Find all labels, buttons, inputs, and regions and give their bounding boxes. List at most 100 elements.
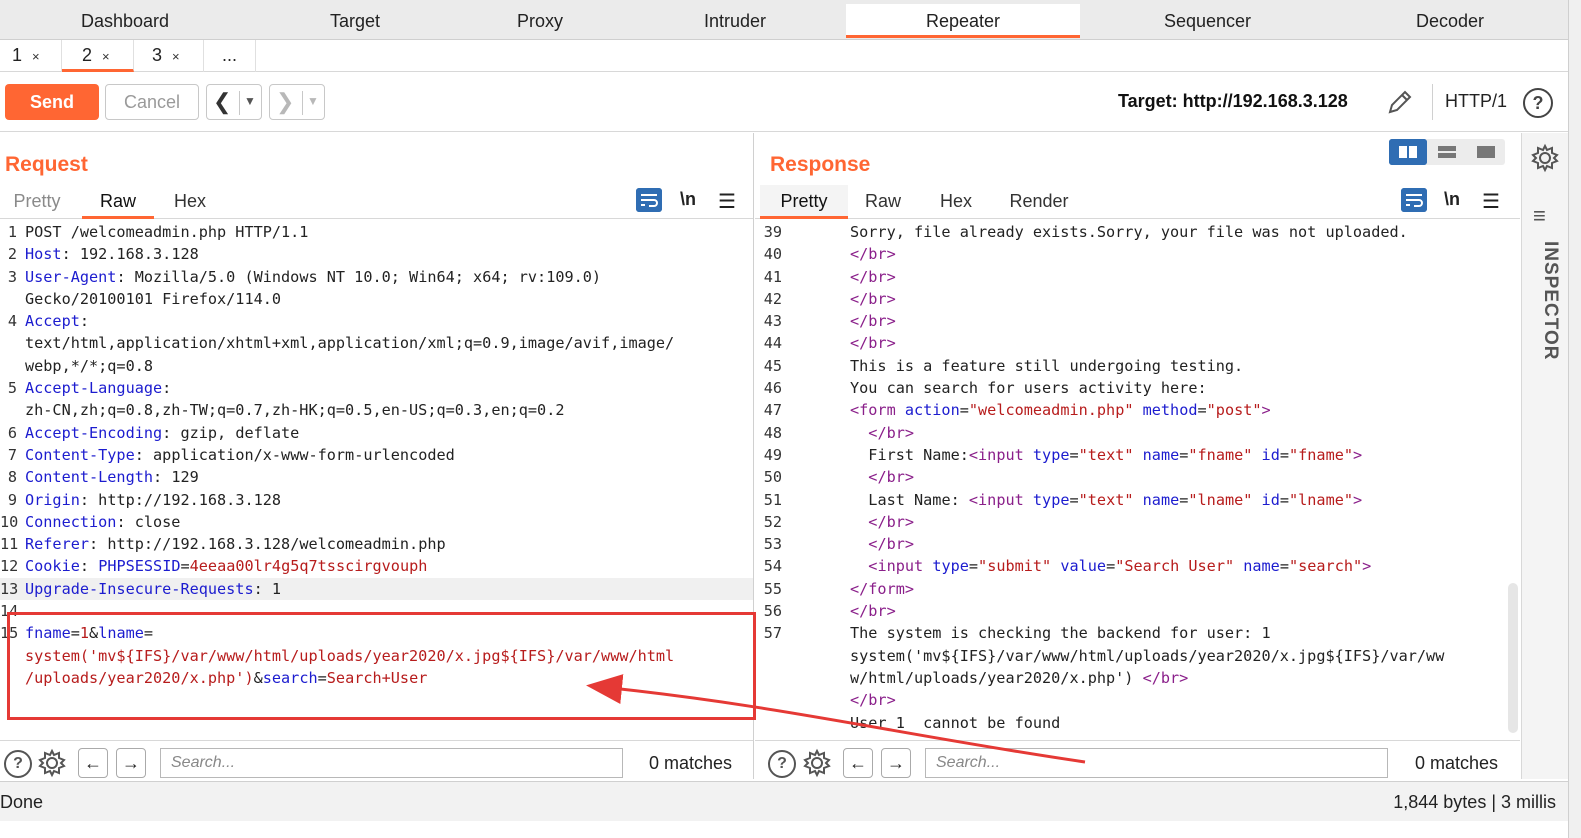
tab-decoder[interactable]: Decoder xyxy=(1340,4,1560,38)
status-text: Done xyxy=(0,792,44,812)
tab-hex[interactable]: Hex xyxy=(160,185,220,219)
html-eq: = xyxy=(1279,557,1289,576)
help-icon[interactable]: ? xyxy=(4,750,32,778)
line-text: Content-Length: 129 xyxy=(25,466,199,488)
repeater-tab-2[interactable]: 2 × xyxy=(62,40,134,72)
text-content: First Name: xyxy=(868,445,969,464)
code-line: Gecko/20100101 Firefox/114.0 xyxy=(0,288,753,310)
code-line: User 1 cannot be found xyxy=(755,712,1520,734)
close-icon[interactable]: × xyxy=(172,49,180,64)
tab-intruder[interactable]: Intruder xyxy=(630,4,840,38)
code-line: 12 Cookie: PHPSESSID=4eeaa00lr4g5q7tsscir… xyxy=(0,555,753,577)
close-icon[interactable]: × xyxy=(102,49,110,64)
next-match-button[interactable]: → xyxy=(881,748,911,778)
tab-raw[interactable]: Raw xyxy=(82,185,154,219)
gear-icon[interactable] xyxy=(37,748,67,778)
gear-icon[interactable] xyxy=(802,748,832,778)
line-content: POST /welcomeadmin.php HTTP/1.1 xyxy=(25,223,309,241)
layout-single-icon[interactable] xyxy=(1467,139,1505,165)
dropdown-icon[interactable]: ▼ xyxy=(307,94,319,108)
inspector-tab[interactable]: INSPECTOR xyxy=(1531,241,1561,361)
newline-toggle[interactable]: \n xyxy=(680,189,696,210)
line-text: w/html/uploads/year2020/x.php') </br> xyxy=(850,667,1188,689)
line-number: 8 xyxy=(7,468,17,487)
menu-icon[interactable]: ☰ xyxy=(718,189,736,214)
tab-target[interactable]: Target xyxy=(245,4,465,38)
header-name: Accept xyxy=(25,312,80,331)
http-version-selector[interactable]: HTTP/1 xyxy=(1445,91,1507,112)
newline-toggle[interactable]: \n xyxy=(1444,189,1460,210)
response-search-input[interactable]: Search... xyxy=(925,748,1388,778)
response-editor[interactable]: 39 Sorry, file already exists.Sorry, your… xyxy=(755,221,1520,741)
line-text: </br> xyxy=(850,689,896,711)
code-line: 52 </br> xyxy=(755,511,1520,533)
repeater-tab-1[interactable]: 1 × xyxy=(0,40,62,72)
tab-proxy[interactable]: Proxy xyxy=(440,4,640,38)
tab-hex[interactable]: Hex xyxy=(925,185,987,219)
layout-rows-icon[interactable] xyxy=(1428,139,1466,165)
code-line: 5 Accept-Language: xyxy=(0,377,753,399)
dropdown-icon[interactable]: ▼ xyxy=(244,94,256,108)
tab-pretty[interactable]: Pretty xyxy=(760,185,848,219)
next-match-button[interactable]: → xyxy=(116,748,146,778)
header-value: http://192.168.3.128/welcomeadmin.php xyxy=(98,535,446,554)
html-tag: > xyxy=(1362,557,1372,576)
tab-sequencer[interactable]: Sequencer xyxy=(1100,4,1315,38)
tab-dashboard[interactable]: Dashboard xyxy=(5,4,245,38)
code-line: zh-CN,zh;q=0.8,zh-TW;q=0.7,zh-HK;q=0.5,e… xyxy=(0,399,753,421)
layout-split-icon[interactable] xyxy=(1389,139,1427,165)
tab-pretty[interactable]: Pretty xyxy=(4,185,70,219)
html-eq: = xyxy=(1279,445,1289,464)
history-back-button[interactable]: ❮ ▼ xyxy=(206,84,262,120)
html-tag: </br> xyxy=(868,535,915,554)
divider xyxy=(1432,84,1433,120)
code-line: 45 This is a feature still undergoing tes… xyxy=(755,355,1520,377)
html-attr: type xyxy=(923,557,969,576)
close-icon[interactable]: × xyxy=(32,49,40,64)
repeater-tab-more[interactable]: ... xyxy=(204,40,256,72)
help-icon[interactable]: ? xyxy=(768,750,796,778)
header-colon: : xyxy=(79,490,90,509)
line-number: 40 xyxy=(763,245,782,264)
cancel-button[interactable]: Cancel xyxy=(105,84,199,120)
line-number: 12 xyxy=(0,557,19,576)
tab-render[interactable]: Render xyxy=(999,185,1079,219)
pencil-icon[interactable] xyxy=(1385,87,1415,117)
help-icon[interactable]: ? xyxy=(1523,88,1553,118)
code-line: 10 Connection: close xyxy=(0,511,753,533)
chevron-right-icon: ❯ xyxy=(276,89,295,114)
html-tag: </form> xyxy=(850,579,915,598)
previous-match-button[interactable]: ← xyxy=(843,748,873,778)
wrap-icon[interactable] xyxy=(1401,188,1427,212)
header-value: 1 xyxy=(262,579,282,598)
code-line: 57 The system is checking the backend for… xyxy=(755,622,1520,644)
previous-match-button[interactable]: ← xyxy=(78,748,108,778)
line-text: Last Name: <input type="text" name="lnam… xyxy=(850,489,1362,511)
menu-icon[interactable]: ☰ xyxy=(1482,189,1500,214)
header-colon: : xyxy=(162,379,172,398)
gear-icon[interactable] xyxy=(1530,143,1560,173)
history-forward-button[interactable]: ❯ ▼ xyxy=(269,84,325,120)
tab-raw[interactable]: Raw xyxy=(853,185,913,219)
line-number: 47 xyxy=(763,401,782,420)
response-scrollbar[interactable] xyxy=(1508,583,1518,733)
html-attr: method xyxy=(1133,401,1198,420)
line-number: 46 xyxy=(763,379,782,398)
line-text: Connection: close xyxy=(25,511,180,533)
header-value xyxy=(89,557,98,575)
line-text: First Name:<input type="text" name="fnam… xyxy=(850,444,1362,466)
request-search-input[interactable]: Search... xyxy=(160,748,623,778)
wrap-icon[interactable] xyxy=(636,188,662,212)
line-number: 49 xyxy=(763,445,782,464)
html-value: "text" xyxy=(1078,445,1134,464)
line-text: The system is checking the backend for u… xyxy=(850,622,1271,644)
line-number: 10 xyxy=(0,512,19,531)
line-text: Accept-Language: xyxy=(25,377,171,399)
repeater-tab-3[interactable]: 3 × xyxy=(134,40,204,72)
inspector-menu-icon[interactable]: ≡ xyxy=(1533,203,1546,229)
divider xyxy=(302,91,303,115)
send-button[interactable]: Send xyxy=(5,84,99,120)
tab-repeater[interactable]: Repeater xyxy=(846,4,1080,38)
